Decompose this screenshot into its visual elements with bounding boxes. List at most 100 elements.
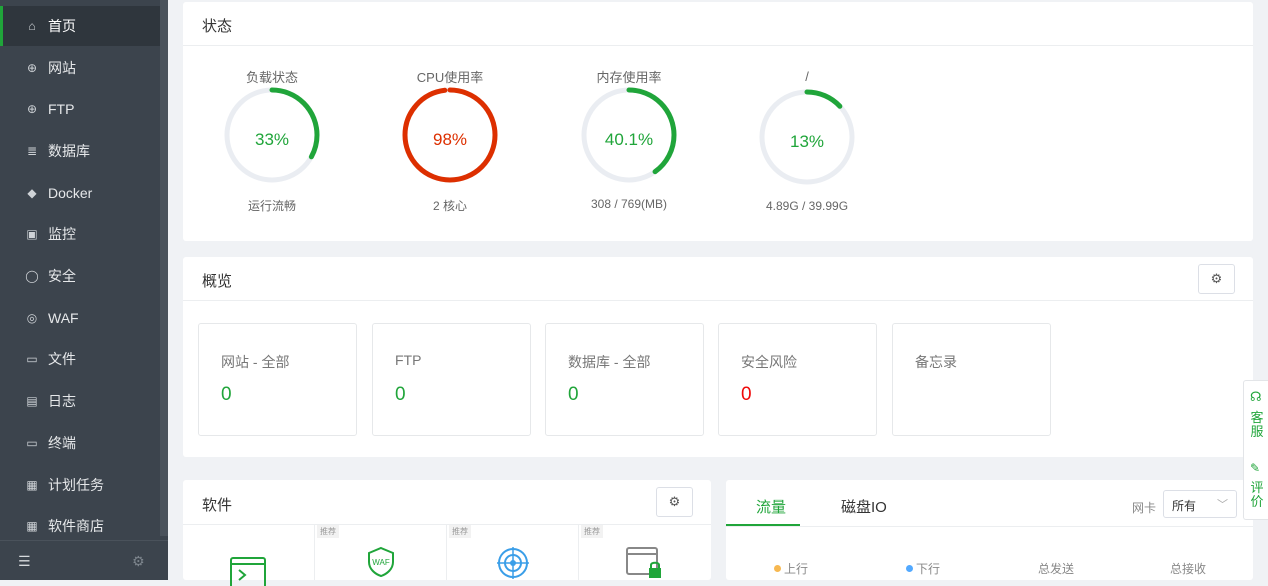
browser-lock-app-icon xyxy=(626,547,661,578)
overview-card-ftp[interactable]: FTP 0 xyxy=(372,323,531,436)
calendar-icon: ▦ xyxy=(26,478,38,492)
software-item-browser-lock[interactable]: 推荐 xyxy=(579,524,711,580)
gauge-value: 33% xyxy=(254,130,290,149)
nic-label: 网卡 xyxy=(1132,501,1157,515)
terminal-app-icon xyxy=(230,557,266,586)
sidebar-item-ftp[interactable]: ⊕ FTP xyxy=(0,89,160,129)
nic-select[interactable]: 所有 ﹀ xyxy=(1163,490,1237,518)
sidebar-item-cron[interactable]: ▦ 计划任务 xyxy=(0,465,160,505)
legend-download: 下行 xyxy=(906,560,940,577)
globe-icon: ⊕ xyxy=(26,61,38,75)
nic-select-value: 所有 xyxy=(1172,499,1197,513)
gauge-label: 内存使用率 xyxy=(596,70,662,85)
software-item-terminal[interactable] xyxy=(183,524,315,586)
card-value[interactable]: 0 xyxy=(568,384,579,406)
sidebar-scrollbar[interactable] xyxy=(160,0,168,536)
download-dot-icon xyxy=(906,565,913,572)
sidebar: ⌂ 首页 ⊕ 网站 ⊕ FTP ≣ 数据库 ◆ Docker ▣ 监控 ◯ 安全… xyxy=(0,0,168,580)
divider xyxy=(183,45,1253,46)
overview-title: 概览 xyxy=(202,273,233,290)
customer-service-button[interactable]: 客服 xyxy=(1250,411,1264,439)
status-title: 状态 xyxy=(202,18,233,35)
card-value[interactable]: 0 xyxy=(221,384,232,406)
review-button[interactable]: 评价 xyxy=(1250,481,1264,509)
overview-card-memo[interactable]: 备忘录 xyxy=(892,323,1051,436)
chevron-down-icon: ﹀ xyxy=(1217,499,1228,511)
card-label: 网站 - 全部 xyxy=(221,354,290,370)
sidebar-item-logs[interactable]: ▤ 日志 xyxy=(0,381,160,421)
gauge-disk[interactable]: / 13% 4.89G / 39.99G xyxy=(742,69,872,213)
gauge-subtext: 308 / 769(MB) xyxy=(590,197,668,211)
gauge-value: 13% xyxy=(789,132,825,151)
sidebar-item-label: 安全 xyxy=(48,268,76,284)
overview-card-security-risk[interactable]: 安全风险 0 xyxy=(718,323,877,436)
headset-icon[interactable]: ☊ xyxy=(1250,389,1262,405)
sidebar-item-home[interactable]: ⌂ 首页 xyxy=(0,6,160,46)
divider xyxy=(183,300,1253,301)
sidebar-item-label: 数据库 xyxy=(48,143,90,159)
gauge-memory[interactable]: 内存使用率 40.1% 308 / 769(MB) xyxy=(564,67,694,211)
sidebar-item-label: 首页 xyxy=(48,18,76,34)
overview-card-website[interactable]: 网站 - 全部 0 xyxy=(198,323,357,436)
legend-upload: 上行 xyxy=(774,560,808,577)
legend-label: 下行 xyxy=(916,562,941,576)
collapse-menu-icon[interactable]: ☰ xyxy=(18,553,31,570)
sidebar-item-label: 计划任务 xyxy=(48,477,104,493)
sidebar-item-terminal[interactable]: ▭ 终端 xyxy=(0,423,160,463)
home-icon: ⌂ xyxy=(28,19,36,33)
sidebar-item-files[interactable]: ▭ 文件 xyxy=(0,339,160,379)
card-value[interactable]: 0 xyxy=(395,384,406,406)
gauge-label: 负载状态 xyxy=(245,70,298,85)
recommend-tag: 推荐 xyxy=(317,525,339,538)
software-title: 软件 xyxy=(202,497,233,514)
ftp-icon: ⊕ xyxy=(26,102,38,116)
software-item-waf[interactable]: 推荐 WAF xyxy=(315,524,447,580)
store-icon: ▦ xyxy=(26,519,38,533)
gauge-load[interactable]: 负载状态 33% 运行流畅 xyxy=(207,67,337,214)
card-label: 备忘录 xyxy=(915,354,957,370)
gauge-label: / xyxy=(805,69,809,84)
sidebar-item-label: 监控 xyxy=(48,226,76,242)
sidebar-item-label: FTP xyxy=(48,101,75,117)
gauge-value: 40.1% xyxy=(604,130,654,149)
sidebar-item-label: WAF xyxy=(48,310,79,326)
sidebar-item-website[interactable]: ⊕ 网站 xyxy=(0,48,160,88)
tab-disk-io[interactable]: 磁盘IO xyxy=(841,496,887,517)
card-value[interactable]: 0 xyxy=(741,384,752,406)
upload-dot-icon xyxy=(774,565,781,572)
overview-panel: 概览 ⚙ 网站 - 全部 0 FTP 0 数据库 - 全部 0 安全风险 0 备… xyxy=(183,257,1253,457)
settings-icon[interactable]: ⚙ xyxy=(132,553,145,570)
card-label: 安全风险 xyxy=(741,354,797,370)
shield-icon: ◯ xyxy=(25,269,39,283)
tab-traffic[interactable]: 流量 xyxy=(756,496,786,517)
sidebar-item-label: 日志 xyxy=(48,393,76,409)
overview-card-database[interactable]: 数据库 - 全部 0 xyxy=(545,323,704,436)
floating-service-bar: ☊ 客服 ✎ 评价 xyxy=(1243,380,1268,520)
edit-icon[interactable]: ✎ xyxy=(1250,461,1260,475)
card-label: FTP xyxy=(395,352,422,368)
gauge-value: 98% xyxy=(432,130,468,149)
gauge-cpu[interactable]: CPU使用率 98% 2 核心 xyxy=(385,67,515,214)
database-icon: ≣ xyxy=(26,144,38,158)
sidebar-item-monitor[interactable]: ▣ 监控 xyxy=(0,214,160,254)
radar-app-icon xyxy=(497,547,529,579)
gauge-label: CPU使用率 xyxy=(416,70,484,85)
sidebar-item-waf[interactable]: ◎ WAF xyxy=(0,298,160,338)
sidebar-item-docker[interactable]: ◆ Docker xyxy=(0,173,160,213)
recommend-tag: 推荐 xyxy=(449,525,471,538)
overview-settings-button[interactable]: ⚙ xyxy=(1198,264,1235,294)
sidebar-item-database[interactable]: ≣ 数据库 xyxy=(0,131,160,171)
legend-total-sent: 总发送 xyxy=(1038,562,1075,576)
software-settings-button[interactable]: ⚙ xyxy=(656,487,693,517)
waf-app-icon: WAF xyxy=(368,546,394,578)
svg-text:WAF: WAF xyxy=(372,558,390,567)
monitor-icon: ▣ xyxy=(26,227,38,241)
sidebar-footer: ☰ ⚙ xyxy=(0,540,168,580)
gear-icon: ⚙ xyxy=(668,494,681,509)
software-item-scanner[interactable]: 推荐 xyxy=(447,524,579,580)
gear-icon: ⚙ xyxy=(1210,271,1223,286)
docker-icon: ◆ xyxy=(27,186,37,200)
log-icon: ▤ xyxy=(26,394,38,408)
divider xyxy=(726,526,1253,527)
sidebar-item-security[interactable]: ◯ 安全 xyxy=(0,256,160,296)
